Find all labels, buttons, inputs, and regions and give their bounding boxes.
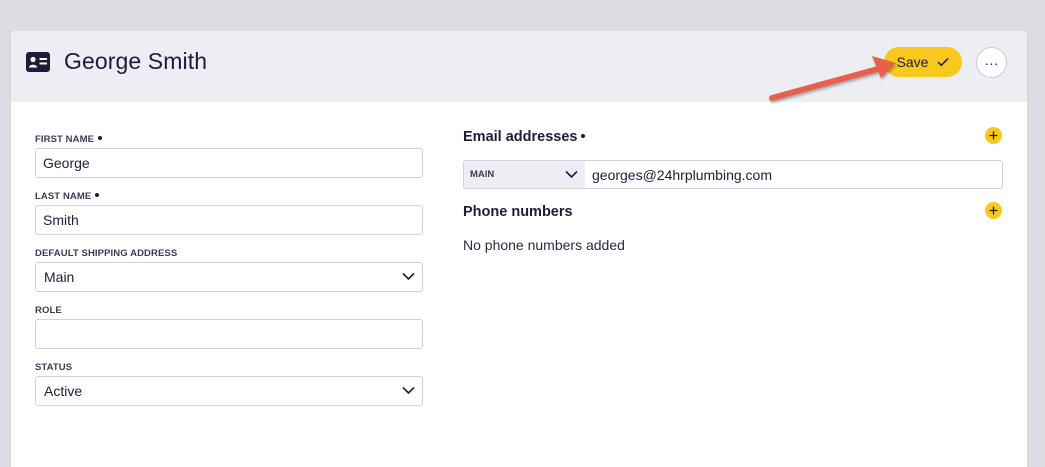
- chevron-down-icon: [402, 386, 415, 395]
- required-indicator: [95, 193, 100, 198]
- role-field[interactable]: [35, 319, 423, 349]
- add-phone-button[interactable]: [985, 202, 1002, 219]
- email-type-value: MAIN: [470, 169, 495, 180]
- email-row: MAIN georges@24hrplumbing.com: [463, 160, 1003, 189]
- email-type-select[interactable]: MAIN: [464, 161, 585, 188]
- default-shipping-address-value: Main: [44, 269, 75, 285]
- first-name-label-text: FIRST NAME: [35, 134, 95, 145]
- last-name-field[interactable]: Smith: [35, 205, 423, 235]
- checkmark-icon: [937, 57, 949, 67]
- no-phone-numbers-text: No phone numbers added: [463, 237, 625, 253]
- email-addresses-title: Email addresses: [463, 129, 586, 145]
- first-name-field[interactable]: George: [35, 148, 423, 178]
- contact-card-icon: [26, 52, 50, 72]
- status-label: STATUS: [35, 362, 73, 373]
- phone-numbers-title: Phone numbers: [463, 204, 573, 220]
- first-name-value: George: [43, 155, 90, 171]
- plus-icon: [989, 206, 998, 215]
- required-indicator: [581, 134, 586, 139]
- last-name-value: Smith: [43, 212, 79, 228]
- first-name-label: FIRST NAME: [35, 134, 103, 145]
- email-address-value: georges@24hrplumbing.com: [592, 166, 772, 183]
- role-label: ROLE: [35, 305, 62, 316]
- add-email-button[interactable]: [985, 127, 1002, 144]
- more-options-icon: ···: [984, 54, 999, 71]
- save-button-label: Save: [896, 54, 929, 70]
- required-indicator: [98, 136, 103, 141]
- status-value: Active: [44, 383, 83, 399]
- contact-card: George Smith Save ··· FIRST NAME George …: [11, 31, 1027, 467]
- status-select[interactable]: Active: [35, 376, 423, 406]
- default-shipping-address-select[interactable]: Main: [35, 262, 423, 292]
- email-address-field[interactable]: georges@24hrplumbing.com: [592, 161, 772, 188]
- last-name-label: LAST NAME: [35, 191, 100, 202]
- more-options-button[interactable]: ···: [976, 47, 1007, 78]
- email-addresses-title-text: Email addresses: [463, 129, 578, 145]
- last-name-label-text: LAST NAME: [35, 191, 92, 202]
- plus-icon: [989, 131, 998, 140]
- default-shipping-address-label: DEFAULT SHIPPING ADDRESS: [35, 248, 178, 259]
- card-header: George Smith Save ···: [11, 31, 1027, 102]
- chevron-down-icon: [565, 170, 578, 179]
- save-button[interactable]: Save: [884, 47, 962, 77]
- chevron-down-icon: [402, 272, 415, 281]
- page-title: George Smith: [64, 48, 208, 74]
